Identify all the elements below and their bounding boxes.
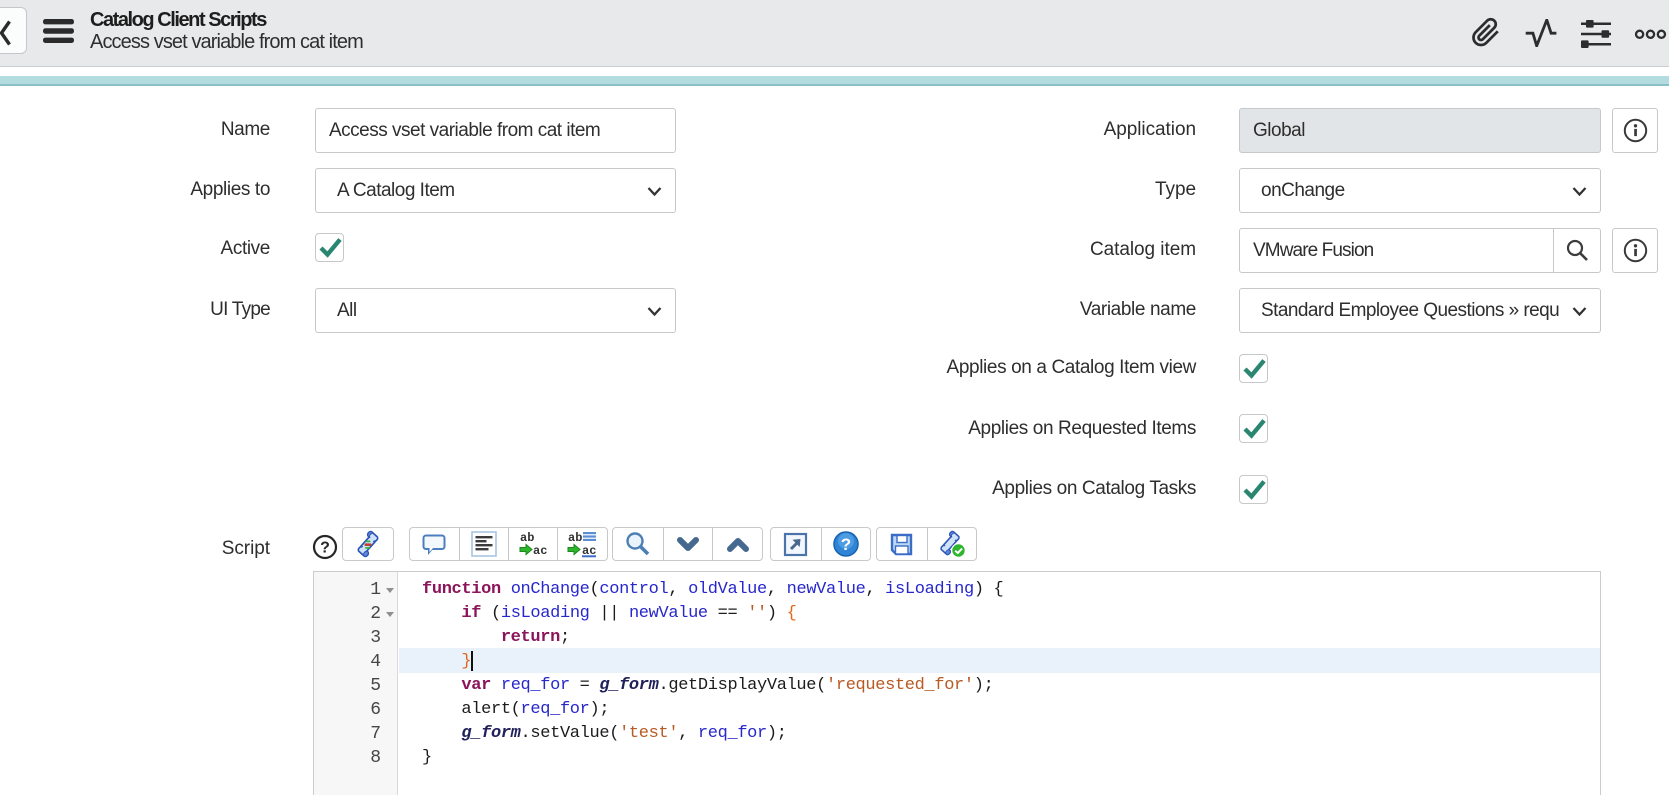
svg-text:ab: ab bbox=[568, 531, 582, 545]
svg-text:ab: ab bbox=[520, 531, 534, 545]
svg-text:?: ? bbox=[841, 535, 851, 554]
svg-text:ac: ac bbox=[533, 544, 547, 558]
svg-text:?: ? bbox=[320, 540, 330, 557]
